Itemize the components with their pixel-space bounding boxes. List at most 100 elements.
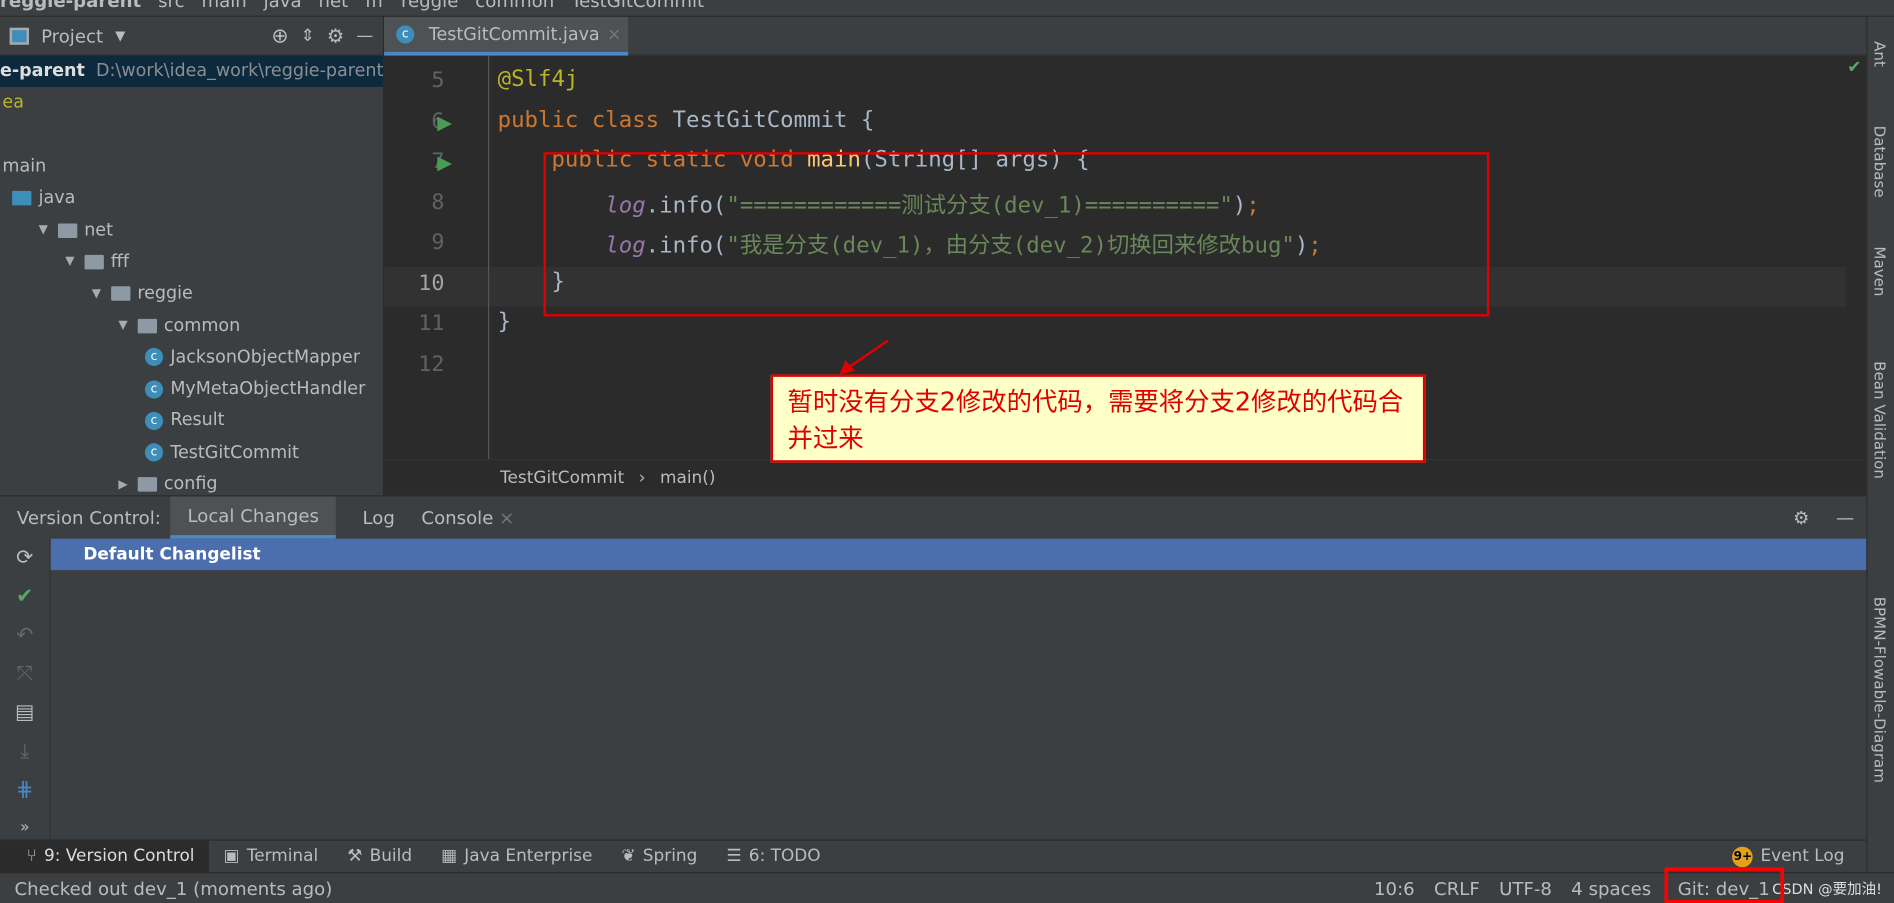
package-folder-icon (57, 223, 77, 238)
tree-item[interactable]: c JacksonObjectMapper (0, 341, 383, 373)
class-icon: c (144, 348, 164, 367)
changelist-icon[interactable]: ▤ (0, 693, 50, 732)
commit-check-icon[interactable]: ✔ (0, 577, 50, 616)
tree-item[interactable]: ▼ net (0, 214, 383, 246)
expand-arrow-icon[interactable]: ▼ (39, 224, 48, 237)
toolwindow-0[interactable]: ⑂ 9: Version Control (0, 840, 210, 873)
diff-icon[interactable]: ⤧ (0, 655, 50, 694)
toolwindow-icon: ⚒ (347, 846, 363, 867)
tree-item[interactable]: ea (0, 87, 383, 119)
package-folder-icon (137, 477, 157, 492)
project-icon (9, 27, 29, 45)
expand-arrow-icon[interactable]: ▼ (65, 255, 74, 268)
crumb-method[interactable]: main() (660, 468, 715, 487)
toolwindow-icon: ☰ (726, 846, 742, 867)
collapse-all-icon[interactable]: ⇕ (301, 26, 315, 45)
breadcrumb-item[interactable]: TestGitCommit (571, 0, 704, 12)
breadcrumb-item[interactable]: fff (365, 0, 384, 12)
tree-item[interactable]: c TestGitCommit (0, 437, 383, 469)
class-icon: c (144, 411, 164, 430)
tree-item[interactable]: c MyMetaObjectHandler (0, 373, 383, 405)
gear-icon[interactable]: ⚙ (327, 24, 344, 47)
tab-console[interactable]: Console × (421, 507, 514, 529)
caret-position[interactable]: 10:6 (1374, 878, 1415, 900)
tree-item[interactable]: ▼ common (0, 310, 383, 342)
toolwindow-3[interactable]: ▦ Java Enterprise (427, 840, 607, 873)
gear-icon[interactable]: ⚙ (1793, 507, 1809, 529)
close-icon[interactable]: × (607, 25, 622, 44)
chevron-down-icon[interactable]: ▼ (115, 28, 125, 44)
breadcrumb-item[interactable]: net (319, 0, 349, 12)
rollback-icon[interactable]: ↶ (0, 616, 50, 655)
line-number: 8 (431, 189, 445, 215)
line-separator[interactable]: CRLF (1434, 878, 1480, 900)
code-line[interactable]: public class TestGitCommit { (498, 107, 875, 132)
breadcrumb-item[interactable]: src (158, 0, 184, 12)
toolwindow-5[interactable]: ☰ 6: TODO (712, 840, 835, 873)
collapse-arrow-icon[interactable]: ▶ (118, 478, 127, 491)
toolwindow-2[interactable]: ⚒ Build (333, 840, 427, 873)
line-number: 11 (418, 310, 445, 336)
highlight-box (543, 152, 1490, 317)
shelve-icon[interactable]: ⤓ (0, 732, 50, 771)
encoding[interactable]: UTF-8 (1499, 878, 1552, 900)
class-icon: c (144, 443, 164, 462)
indent[interactable]: 4 spaces (1571, 878, 1651, 900)
tab-testgitcommit[interactable]: c TestGitCommit.java × (384, 16, 629, 56)
notification-badge: 9+ (1732, 846, 1754, 867)
tool-ant[interactable]: Ant (1871, 41, 1889, 67)
toolwindow-icon: ▣ (223, 846, 240, 867)
tree-item[interactable]: java (0, 183, 383, 215)
breadcrumb-item[interactable]: java (264, 0, 302, 12)
tool-database[interactable]: Database (1871, 126, 1889, 198)
locate-icon[interactable]: ⊕ (271, 24, 288, 48)
toolwindow-icon: ⑂ (26, 846, 37, 867)
right-tool-strip: Ant Database Maven Bean Validation BPMN-Flow… (1866, 16, 1894, 873)
expand-arrow-icon[interactable]: ▼ (92, 287, 101, 300)
project-view-dropdown[interactable]: Project (41, 25, 103, 47)
line-number: 7 (431, 148, 445, 174)
tool-bean-validation[interactable]: Bean Validation (1871, 361, 1889, 479)
line-number: 6 (431, 108, 445, 134)
minimize-icon[interactable]: — (356, 26, 373, 45)
breadcrumb-item[interactable]: main (201, 0, 246, 12)
run-icon[interactable]: ▶ (437, 151, 452, 174)
tab-log[interactable]: Log (362, 507, 394, 529)
tool-maven[interactable]: Maven (1871, 246, 1889, 296)
expand-arrow-icon[interactable]: ▼ (118, 319, 127, 332)
git-highlight-box (1664, 867, 1785, 903)
crumb-class[interactable]: TestGitCommit (500, 468, 624, 487)
check-icon: ✔ (1847, 57, 1862, 78)
project-root[interactable]: e-parent D:\work\idea_work\reggie-parent (0, 55, 383, 88)
changelist-default[interactable]: Default Changelist (50, 538, 1867, 571)
line-number: 12 (418, 350, 445, 377)
version-control-panel: Version Control: Local Changes Log Conso… (0, 495, 1867, 841)
tree-item[interactable] (0, 119, 383, 151)
tool-bpmn-flowable-diagram[interactable]: BPMN-Flowable-Diagram (1871, 597, 1889, 783)
tab-local-changes[interactable]: Local Changes (170, 496, 336, 539)
toolwindow-1[interactable]: ▣ Terminal (209, 840, 333, 873)
group-icon[interactable]: ⋕ (0, 771, 50, 810)
annotation-note: 暂时没有分支2修改的代码，需要将分支2修改的代码合并过来 (770, 374, 1426, 463)
breadcrumb-item[interactable]: reggie-parent (0, 0, 141, 12)
class-icon: c (396, 25, 415, 44)
tree-item[interactable]: ▼ reggie (0, 278, 383, 310)
refresh-icon[interactable]: ⟳ (0, 539, 50, 578)
code-line[interactable]: } (498, 309, 511, 334)
package-folder-icon (110, 286, 131, 302)
minimize-icon[interactable]: — (1836, 507, 1854, 529)
tree-item[interactable]: main (0, 151, 383, 183)
line-number: 9 (431, 229, 445, 255)
project-panel: Project ▼ ⊕ ⇕ ⚙ — e-parent D:\work\idea_w… (0, 16, 385, 496)
class-icon: c (144, 380, 164, 399)
run-icon[interactable]: ▶ (437, 111, 452, 134)
package-folder-icon (84, 254, 104, 270)
tree-item[interactable]: ▼ fff (0, 246, 383, 278)
breadcrumb-item[interactable]: reggie (401, 0, 458, 12)
tool-window-bar: ⑂ 9: Version Control ▣ Terminal ⚒ Build ▦ Java … (0, 839, 1867, 873)
breadcrumb-item[interactable]: common (475, 0, 554, 12)
editor-breadcrumb: TestGitCommit › main() (384, 459, 1867, 496)
code-line[interactable]: @Slf4j (498, 66, 579, 91)
tree-item[interactable]: c Result (0, 405, 383, 437)
toolwindow-4[interactable]: ❦ Spring (607, 840, 712, 873)
